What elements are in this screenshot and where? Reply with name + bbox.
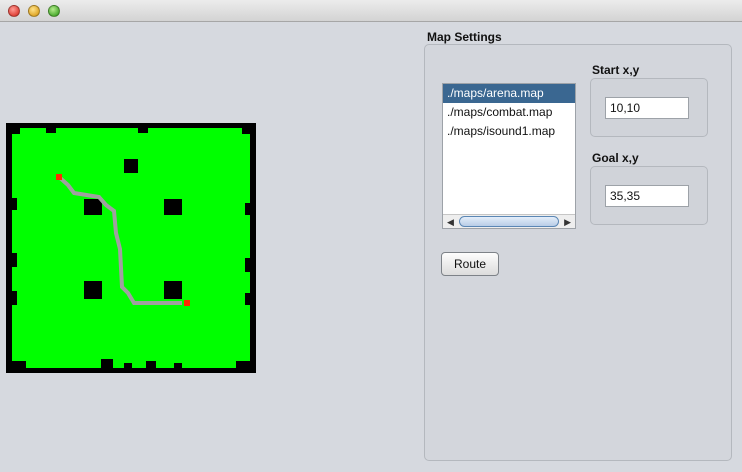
start-coordinates-input[interactable]	[605, 97, 689, 119]
wall-block	[146, 361, 156, 368]
map-list-item[interactable]: ./maps/isound1.map	[443, 122, 575, 141]
start-label: Start x,y	[592, 63, 640, 77]
map-view	[6, 123, 256, 373]
scrollbar-thumb[interactable]	[459, 216, 559, 227]
wall-block	[12, 128, 20, 134]
scroll-left-arrow-icon[interactable]: ◀	[447, 216, 454, 228]
wall-block	[12, 253, 17, 267]
scroll-right-arrow-icon[interactable]: ▶	[564, 216, 571, 228]
map-list-item[interactable]: ./maps/combat.map	[443, 103, 575, 122]
zoom-window-button[interactable]	[48, 5, 60, 17]
wall-block	[245, 293, 250, 305]
wall-block	[84, 281, 102, 299]
wall-block	[101, 359, 113, 368]
goal-marker	[184, 300, 190, 306]
map-file-list[interactable]: ./maps/arena.map ./maps/combat.map ./map…	[442, 83, 576, 229]
goal-coordinates-input[interactable]	[605, 185, 689, 207]
wall-block	[245, 258, 250, 272]
wall-block	[242, 128, 250, 134]
start-marker	[56, 174, 62, 180]
horizontal-scrollbar[interactable]: ◀ ▶	[443, 214, 575, 228]
goal-label: Goal x,y	[592, 151, 639, 165]
wall-block	[138, 128, 148, 133]
window-titlebar	[0, 0, 742, 22]
wall-block	[164, 199, 182, 215]
close-window-button[interactable]	[8, 5, 20, 17]
wall-block	[124, 159, 138, 173]
wall-block	[46, 128, 56, 133]
minimize-window-button[interactable]	[28, 5, 40, 17]
map-list-item[interactable]: ./maps/arena.map	[443, 84, 575, 103]
map-canvas	[12, 128, 250, 368]
wall-block	[12, 361, 26, 368]
map-settings-title: Map Settings	[427, 30, 502, 44]
wall-block	[84, 199, 102, 215]
wall-block	[164, 281, 182, 299]
route-button[interactable]: Route	[441, 252, 499, 276]
wall-block	[124, 363, 132, 368]
wall-block	[12, 198, 17, 210]
wall-block	[12, 291, 17, 305]
wall-block	[236, 361, 250, 368]
wall-block	[174, 363, 182, 368]
wall-block	[245, 203, 250, 215]
